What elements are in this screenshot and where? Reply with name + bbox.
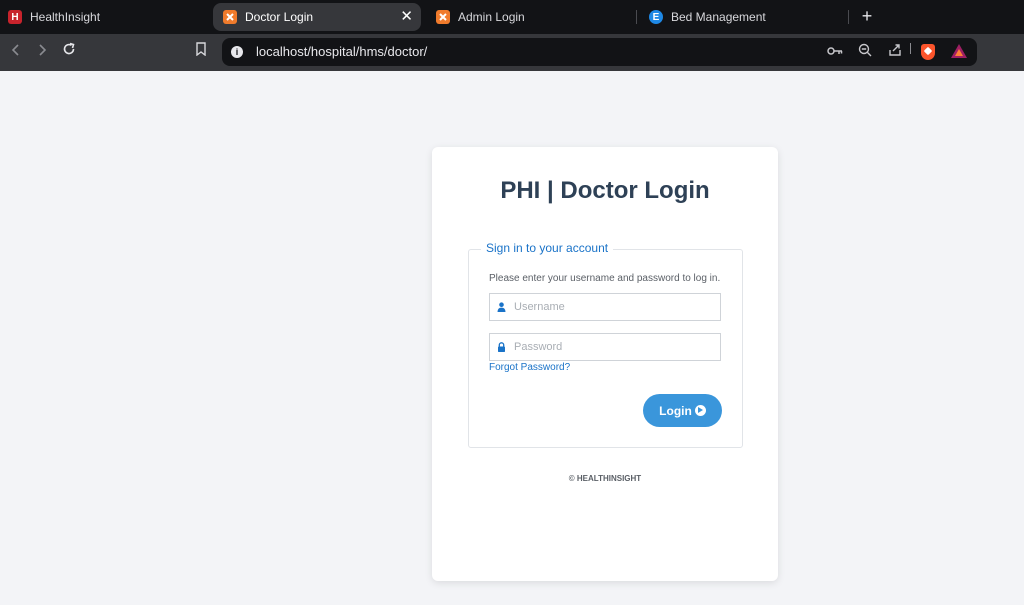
user-icon — [497, 302, 506, 312]
login-button-label: Login — [659, 403, 692, 418]
password-input[interactable] — [514, 338, 714, 356]
site-info-icon[interactable]: i — [231, 46, 243, 58]
tab-healthinsight[interactable]: H HealthInsight — [8, 3, 208, 31]
forgot-password-link[interactable]: Forgot Password? — [489, 362, 570, 373]
tab-doctor-login[interactable]: Doctor Login ✕ — [213, 3, 421, 31]
tab-admin-login[interactable]: Admin Login — [436, 3, 626, 31]
login-card: PHI | Doctor Login Sign in to your accou… — [432, 147, 778, 581]
address-bar[interactable]: i localhost/hospital/hms/doctor/ — [222, 38, 977, 66]
copyright-text: © HEALTHINSIGHT — [568, 474, 642, 483]
username-field[interactable] — [489, 293, 721, 321]
tab-strip: H HealthInsight Doctor Login ✕ Admin Log… — [0, 0, 1024, 34]
back-icon[interactable] — [5, 41, 27, 63]
arrow-circle-right-icon — [694, 405, 706, 416]
url-text[interactable]: localhost/hospital/hms/doctor/ — [256, 44, 427, 59]
password-key-icon[interactable] — [826, 43, 844, 61]
forward-icon[interactable] — [31, 41, 53, 63]
username-input[interactable] — [514, 298, 714, 316]
bed-management-favicon-icon: E — [649, 10, 663, 24]
browser-toolbar: i localhost/hospital/hms/doctor/ — [0, 34, 1024, 71]
tab-divider — [848, 10, 849, 24]
tab-title: HealthInsight — [30, 10, 101, 24]
login-fieldset: Sign in to your account Please enter you… — [468, 241, 743, 448]
xampp-icon — [436, 10, 450, 24]
login-button[interactable]: Login — [643, 394, 722, 427]
tab-title: Bed Management — [671, 10, 766, 24]
reload-icon[interactable] — [58, 41, 80, 63]
new-tab-button[interactable]: + — [858, 5, 876, 27]
password-field[interactable] — [489, 333, 721, 361]
zoom-out-icon[interactable] — [856, 43, 874, 61]
tab-divider — [636, 10, 637, 24]
tab-title: Admin Login — [458, 10, 525, 24]
tab-title: Doctor Login — [245, 10, 314, 24]
brave-shields-icon[interactable] — [921, 44, 935, 60]
page-title: PHI | Doctor Login — [500, 177, 710, 204]
fieldset-legend: Sign in to your account — [481, 241, 614, 255]
share-icon[interactable] — [886, 43, 904, 61]
close-tab-icon[interactable]: ✕ — [400, 8, 413, 26]
tab-bed-management[interactable]: E Bed Management — [649, 3, 839, 31]
healthinsight-favicon-icon: H — [8, 10, 22, 24]
toolbar-divider — [910, 43, 911, 54]
xampp-icon — [223, 10, 237, 24]
brave-rewards-icon[interactable] — [951, 44, 967, 58]
lock-icon — [498, 342, 505, 352]
bookmark-icon[interactable] — [190, 41, 212, 63]
login-hint: Please enter your username and password … — [489, 273, 721, 284]
